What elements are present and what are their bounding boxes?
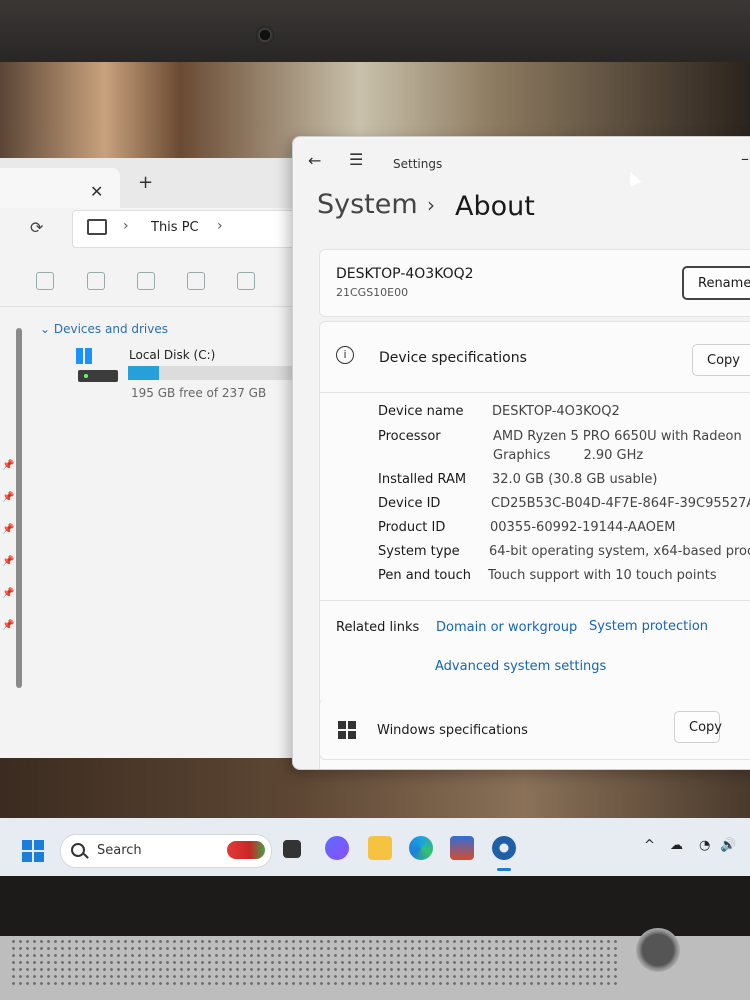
minimize-icon[interactable]: – [741, 149, 749, 168]
search-icon [71, 843, 85, 857]
pin-icon: 📌 [2, 556, 15, 567]
mouse-cursor-icon [624, 169, 642, 187]
drive-led [84, 374, 88, 378]
spec-value: Touch support with 10 touch points [488, 568, 717, 583]
system-protection-link[interactable]: System protection [589, 619, 708, 634]
spec-value: AMD Ryzen 5 PRO 6650U with Radeon [493, 429, 742, 444]
webcam-icon [256, 26, 274, 44]
copy-device-specs-button[interactable]: Copy [692, 344, 750, 376]
disk-free-text: 195 GB free of 237 GB [131, 386, 267, 400]
taskbar: Search ^ ☁ ◔ 🔊 [0, 818, 750, 876]
laptop-bezel-bottom [0, 876, 750, 936]
copy-icon[interactable] [36, 272, 54, 290]
local-disk-label[interactable]: Local Disk (C:) [129, 348, 215, 362]
hard-drive-icon [78, 370, 118, 382]
power-button[interactable] [636, 928, 680, 972]
search-label: Search [97, 843, 142, 858]
chevron-right-icon: › [427, 193, 435, 217]
share-icon[interactable] [187, 272, 205, 290]
taskbar-search-box[interactable]: Search [60, 834, 272, 868]
address-bar[interactable]: › This PC › [72, 210, 302, 248]
disk-usage-bar [128, 366, 300, 380]
spec-label: Installed RAM [378, 472, 467, 487]
close-tab-icon[interactable]: ✕ [90, 182, 103, 201]
new-tab-icon[interactable]: + [138, 172, 153, 193]
pin-icon: 📌 [2, 492, 15, 503]
file-explorer-icon[interactable] [368, 836, 392, 860]
breadcrumb-this-pc[interactable]: This PC [151, 220, 199, 235]
spec-value: 00355-60992-19144-AAOEM [490, 520, 676, 535]
explorer-command-bar [0, 258, 300, 307]
active-app-indicator [497, 868, 511, 871]
cloud-icon[interactable]: ☁ [670, 838, 683, 853]
device-name: DESKTOP-4O3KOQ2 [336, 266, 474, 282]
explorer-tab[interactable]: ✕ [0, 168, 120, 208]
spec-label: Processor [378, 429, 441, 444]
rename-button[interactable]: Rename [682, 266, 750, 300]
device-name-card: DESKTOP-4O3KOQ2 21CGS10E00 Rename [319, 249, 750, 317]
spec-label: Device name [378, 404, 464, 419]
chevron-up-icon[interactable]: ^ [644, 838, 655, 853]
page-title: About [455, 191, 535, 222]
info-icon: i [336, 346, 354, 364]
windows-logo-icon [76, 348, 92, 364]
spec-label: System type [378, 544, 460, 559]
wifi-icon[interactable]: ◔ [699, 838, 710, 853]
local-disk-icon[interactable] [76, 348, 120, 384]
spec-value: 32.0 GB (30.8 GB usable) [492, 472, 658, 487]
navigation-pane: 📌 📌 📌 📌 📌 📌 [0, 308, 36, 758]
task-view-icon[interactable] [283, 840, 301, 858]
pin-icon: 📌 [2, 524, 15, 535]
devices-and-drives-group[interactable]: ⌄ Devices and drives [40, 322, 168, 336]
start-button[interactable] [22, 840, 44, 862]
spec-value-line2: Graphics 2.90 GHz [493, 448, 644, 463]
search-highlight-icon [227, 841, 265, 859]
rename-icon[interactable] [137, 272, 155, 290]
settings-gear-icon[interactable] [492, 836, 516, 860]
spec-value: DESKTOP-4O3KOQ2 [492, 404, 620, 419]
computer-icon [87, 219, 107, 235]
spec-label: Product ID [378, 520, 446, 535]
group-label: Devices and drives [53, 322, 168, 336]
spec-label: Pen and touch [378, 568, 472, 583]
windows-logo-icon [338, 721, 356, 739]
disk-usage-fill [128, 366, 159, 380]
chat-icon[interactable] [325, 836, 349, 860]
related-links-label: Related links [336, 620, 420, 635]
navigation-scrollbar[interactable] [16, 328, 22, 688]
copy-windows-specs-button[interactable]: Copy [674, 711, 722, 743]
edge-browser-icon[interactable] [409, 836, 433, 860]
chevron-right-icon[interactable]: › [217, 218, 223, 234]
spec-value: CD25B53C-B04D-4F7E-864F-39C95527AF4A [491, 496, 750, 511]
device-specifications-title[interactable]: Device specifications [379, 350, 527, 366]
pin-icon: 📌 [2, 620, 15, 631]
file-explorer-window: ✕ + ⟳ › This PC › 📌 📌 📌 📌 📌 📌 ⌄ Devices … [0, 158, 302, 758]
device-model: 21CGS10E00 [336, 286, 409, 299]
speaker-grille [10, 938, 620, 988]
windows-specifications-title[interactable]: Windows specifications [377, 723, 528, 738]
hamburger-menu-icon[interactable]: ☰ [349, 150, 363, 169]
pin-icon: 📌 [2, 460, 15, 471]
windows-specifications-card: Windows specifications Copy [319, 699, 750, 760]
pin-icon: 📌 [2, 588, 15, 599]
divider [320, 392, 750, 393]
paste-icon[interactable] [87, 272, 105, 290]
explorer-address-row: ⟳ › This PC › [0, 208, 302, 248]
microsoft-store-icon[interactable] [450, 836, 474, 860]
domain-or-workgroup-link[interactable]: Domain or workgroup [436, 620, 577, 635]
spec-value: 64-bit operating system, x64-based proce… [489, 544, 750, 559]
refresh-icon[interactable]: ⟳ [30, 218, 43, 237]
divider [320, 600, 750, 601]
explorer-tab-strip: ✕ + [0, 158, 300, 208]
volume-icon[interactable]: 🔊 [720, 838, 736, 853]
settings-window: ← ☰ Settings – System › About DESKTOP-4O… [292, 136, 750, 770]
window-title: Settings [393, 157, 443, 171]
back-arrow-icon[interactable]: ← [308, 151, 321, 170]
spec-label: Device ID [378, 496, 441, 511]
delete-icon[interactable] [237, 272, 255, 290]
advanced-system-settings-link[interactable]: Advanced system settings [435, 659, 606, 674]
breadcrumb-system[interactable]: System [317, 189, 418, 220]
chevron-right-icon[interactable]: › [123, 218, 129, 234]
